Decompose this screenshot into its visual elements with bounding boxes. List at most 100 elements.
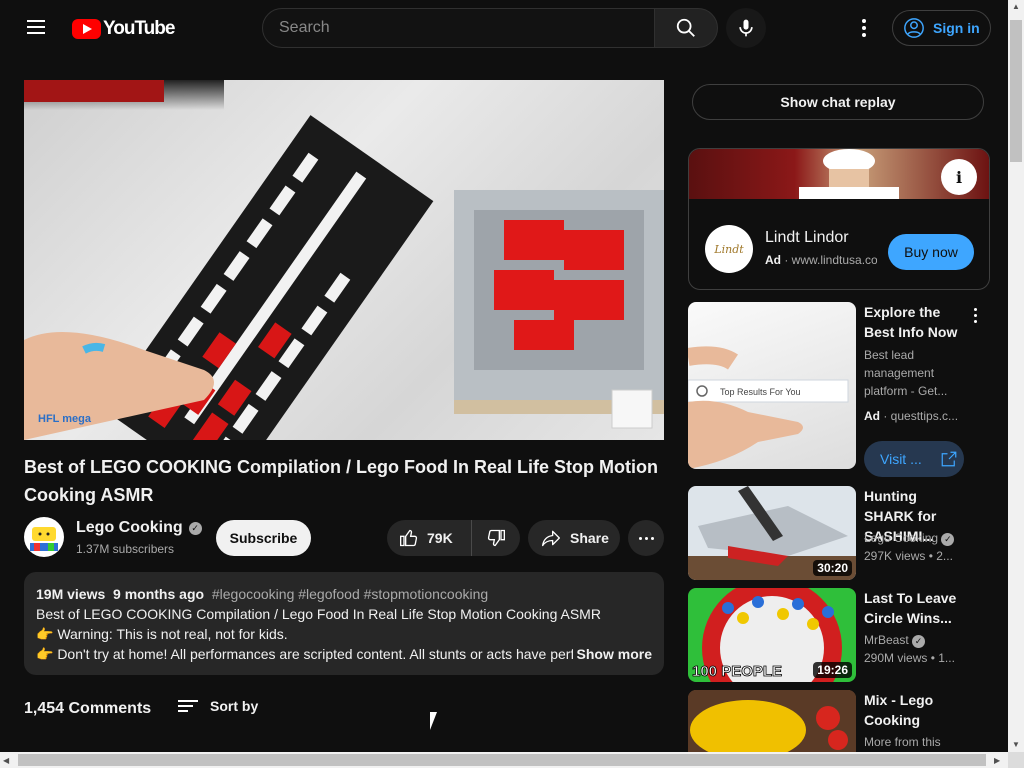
recommendation-channel[interactable]: MrBeast ✓: [864, 631, 974, 649]
recommendation-title[interactable]: Mix - Lego Cooking: [864, 690, 968, 730]
verified-check-icon: ✓: [188, 521, 202, 535]
sponsored-thumbnail[interactable]: Top Results For You: [688, 302, 856, 469]
like-dislike-group: 79K: [387, 520, 520, 556]
scroll-right-arrow-icon[interactable]: ▶: [994, 756, 1000, 765]
lindt-logo: Lindt: [705, 225, 753, 273]
account-icon: [904, 18, 924, 38]
recommendation-meta: 297K views • 2...: [864, 549, 953, 563]
subscribe-button[interactable]: Subscribe: [216, 520, 311, 556]
sponsored-more-icon[interactable]: [974, 308, 977, 323]
share-arrow-icon: [542, 530, 560, 547]
ad-advertiser-name: Lindt Lindor: [765, 229, 849, 246]
dislike-button[interactable]: [472, 520, 520, 556]
sign-in-label: Sign in: [933, 20, 980, 36]
sponsored-title[interactable]: Explore the Best Info Now: [864, 302, 964, 342]
recommendation-thumbnail[interactable]: 100 PEOPLE 19:26: [688, 588, 856, 682]
scrollbar-corner: [1008, 752, 1024, 768]
sponsored-url: questtips.c...: [890, 409, 959, 423]
channel-avatar[interactable]: [24, 517, 64, 557]
like-count: 79K: [427, 530, 453, 546]
recommendation-channel: More from this: [864, 735, 941, 749]
recommendation-thumbnail[interactable]: [688, 690, 856, 752]
search-button[interactable]: [654, 8, 718, 48]
scroll-down-arrow-icon[interactable]: ▼: [1012, 740, 1020, 749]
ad-badge: Ad: [765, 253, 781, 267]
video-title: Best of LEGO COOKING Compilation / Lego …: [24, 457, 658, 505]
view-count: 19M views: [36, 586, 106, 602]
search-icon: [676, 18, 695, 37]
channel-name[interactable]: Lego Cooking ✓: [76, 519, 202, 537]
sponsored-ad-badge: Ad: [864, 409, 880, 423]
search-box[interactable]: [262, 8, 655, 48]
ad-info-icon[interactable]: i: [941, 159, 977, 195]
recommendation-thumbnail[interactable]: 30:20: [688, 486, 856, 580]
channel-label: Lego Cooking: [864, 531, 939, 545]
thumbnail-search-text: Top Results For You: [720, 387, 801, 397]
recommendation-title[interactable]: Last To Leave Circle Wins...: [864, 588, 968, 628]
verified-check-icon: ✓: [941, 533, 955, 546]
subscriber-count: 1.37M subscribers: [76, 542, 175, 556]
settings-more-icon[interactable]: [846, 12, 882, 44]
buy-now-button[interactable]: Buy now: [888, 234, 974, 270]
more-actions-icon[interactable]: [628, 520, 664, 556]
description-line-3-row: 👉 Don't try at home! All performances ar…: [36, 644, 652, 664]
recommendation-card-3[interactable]: Mix - Lego Cooking More from this: [688, 690, 990, 752]
video-duration: 19:26: [813, 662, 852, 678]
show-more-button[interactable]: Show more: [577, 644, 652, 664]
sort-by-button[interactable]: Sort by: [178, 697, 258, 715]
recommendation-card-2[interactable]: 100 PEOPLE 19:26 Last To Leave Circle Wi…: [688, 588, 990, 682]
channel-label: MrBeast: [864, 633, 909, 647]
show-chat-replay-button[interactable]: Show chat replay: [692, 84, 984, 120]
sign-in-button[interactable]: Sign in: [892, 10, 991, 46]
pizza-thumbnail-graphic: [688, 690, 856, 752]
ad-card-lindt[interactable]: i Lindt Lindt Lindor Ad · www.lindtusa.c…: [688, 148, 990, 290]
voice-search-button[interactable]: [726, 8, 766, 48]
sort-by-label: Sort by: [210, 698, 259, 714]
sponsored-subline: Ad · questtips.c...: [864, 409, 959, 423]
like-button[interactable]: 79K: [387, 520, 472, 556]
scroll-up-arrow-icon[interactable]: ▲: [1012, 2, 1020, 11]
hashtags[interactable]: #legocooking #legofood #stopmotioncookin…: [212, 586, 488, 602]
mouse-cursor-icon: [430, 712, 437, 730]
comments-count: 1,454 Comments: [24, 700, 152, 717]
youtube-logo[interactable]: YouTube: [72, 18, 175, 40]
thumbs-down-icon: [487, 529, 505, 547]
sort-icon: [178, 697, 198, 715]
horizontal-scrollbar-thumb[interactable]: [18, 754, 986, 766]
share-button[interactable]: Share: [528, 520, 620, 556]
visit-site-button[interactable]: Visit ...: [864, 441, 964, 477]
description-box[interactable]: 19M views 9 months ago #legocooking #leg…: [24, 572, 664, 675]
hamburger-menu-icon[interactable]: [24, 16, 48, 40]
search-bar-thumbnail-graphic: Top Results For You: [688, 346, 849, 469]
channel-name-label: Lego Cooking: [76, 519, 183, 536]
sponsored-description: Best lead management platform - Get...: [864, 348, 948, 398]
recommendation-card-1[interactable]: 30:20 Hunting SHARK for SASHIMI... Lego …: [688, 486, 990, 580]
verified-check-icon: ✓: [912, 635, 926, 648]
thumbnail-caption: 100 PEOPLE: [692, 663, 782, 680]
visit-label: Visit ...: [880, 451, 922, 467]
recommendation-meta: 290M views • 1...: [864, 651, 955, 665]
description-line-3: 👉 Don't try at home! All performances ar…: [36, 646, 573, 662]
scroll-left-arrow-icon[interactable]: ◀: [3, 756, 9, 765]
video-watermark: HFL mega: [38, 413, 92, 425]
sponsored-video-card[interactable]: Top Results For You Explore the Best Inf…: [688, 302, 990, 477]
lego-avatar-icon: [30, 527, 58, 551]
description-line-1: Best of LEGO COOKING Compilation / Lego …: [36, 606, 601, 622]
ad-subline: Ad · www.lindtusa.com: [765, 253, 877, 267]
video-duration: 30:20: [813, 560, 852, 576]
vertical-scrollbar-thumb[interactable]: [1010, 20, 1022, 162]
recommendation-channel[interactable]: Lego Cooking ✓: [864, 529, 974, 547]
youtube-play-icon: [72, 19, 101, 39]
search-input[interactable]: [279, 9, 654, 47]
share-label: Share: [570, 530, 609, 546]
microphone-icon: [739, 19, 753, 37]
top-header: YouTube Sign in: [0, 0, 1008, 56]
description-line-2: 👉 Warning: This is not real, not for kid…: [36, 626, 288, 642]
ad-url: www.lindtusa.com: [791, 253, 877, 267]
video-player[interactable]: HFL mega: [24, 80, 664, 440]
logo-text: YouTube: [103, 18, 175, 39]
description-meta: 19M views 9 months ago #legocooking #leg…: [36, 584, 652, 604]
external-link-icon: [941, 451, 957, 467]
upload-age: 9 months ago: [113, 586, 205, 602]
video-thumbnail-graphic: HFL mega: [24, 80, 664, 440]
